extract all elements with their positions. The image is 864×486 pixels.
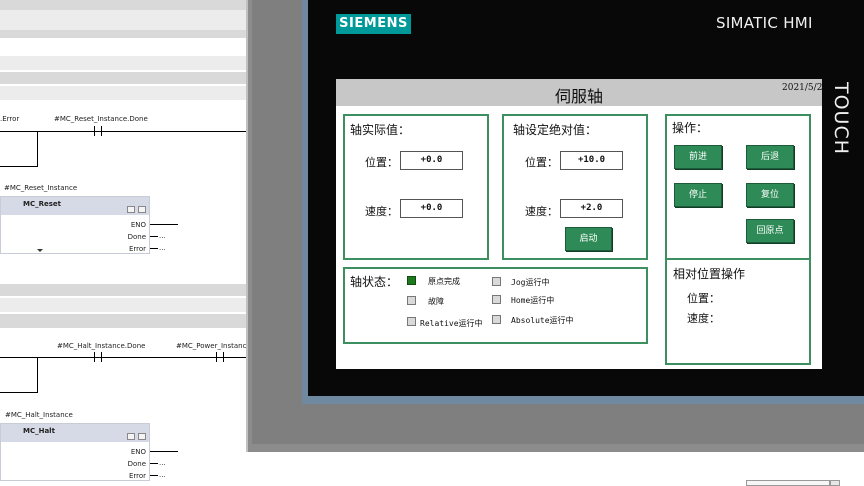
setpoint-group: 轴设定绝对值： 位置： +10.0 速度： +2.0 启动	[502, 114, 648, 260]
status-indicator-homed	[407, 276, 416, 285]
actual-values-group: 轴实际值： 位置： +0.0 速度： +0.0	[343, 114, 489, 260]
status-indicator-jog	[492, 277, 501, 286]
editor-row	[0, 10, 246, 30]
block-settings-icon[interactable]	[138, 433, 146, 440]
backward-button[interactable]: 后退	[746, 145, 794, 169]
status-indicator-home-running	[492, 295, 501, 304]
screen-date: 2021/5/2	[782, 83, 822, 93]
nc-contact-halt-done[interactable]	[93, 352, 103, 362]
status-indicator-fault	[407, 296, 416, 305]
relative-position-heading: 相对位置操作	[673, 267, 746, 281]
branch-wire	[0, 166, 38, 167]
done-ellipsis: ...	[159, 459, 166, 467]
power-tag-label: #MC_Power_Instance	[176, 342, 246, 350]
operation-group: 操作： 前进 后退 停止 复位 回原点	[665, 114, 811, 260]
done-wire	[150, 463, 158, 464]
error-ellipsis: ...	[159, 471, 166, 479]
nc-contact-done[interactable]	[93, 126, 103, 136]
relative-speed-label: 速度：	[687, 312, 720, 325]
ladder-editor: .Error #MC_Reset_Instance.Done #MC_Reset…	[0, 0, 246, 486]
done-pin: Done	[127, 460, 146, 468]
relative-position-group: 相对位置操作 位置： 速度：	[665, 258, 811, 365]
setpoint-position-input[interactable]: +10.0	[560, 151, 623, 170]
actual-position-label: 位置：	[365, 156, 398, 169]
block-title: MC_Reset	[23, 200, 62, 208]
error-ellipsis: ...	[159, 244, 166, 252]
axis-status-heading: 轴状态：	[350, 275, 399, 289]
halt-instance-label: #MC_Halt_Instance	[5, 411, 73, 419]
done-tag-label: #MC_Reset_Instance.Done	[54, 115, 148, 123]
zoom-dropdown-button[interactable]	[830, 480, 840, 486]
hmi-screen: 伺服轴 2021/5/2 轴实际值： 位置： +0.0 速度： +0.0 轴设定…	[336, 79, 822, 369]
touch-label: TOUCH	[830, 82, 852, 156]
expand-icon[interactable]	[37, 249, 43, 252]
editor-row	[0, 284, 246, 296]
forward-button[interactable]: 前进	[674, 145, 722, 169]
screen-title: 伺服轴	[554, 87, 603, 106]
setpoint-heading: 轴设定绝对值：	[513, 123, 598, 137]
error-wire	[150, 248, 158, 249]
block-title: MC_Halt	[23, 427, 55, 435]
editor-row	[0, 30, 246, 38]
status-label-relative: Relative运行中	[420, 319, 483, 328]
actual-values-heading: 轴实际值：	[350, 123, 411, 137]
mc-reset-block[interactable]: MC_Reset ENO Done Error	[0, 196, 150, 254]
mc-halt-block[interactable]: MC_Halt ENO Done Error	[0, 423, 150, 481]
actual-speed-label: 速度：	[365, 205, 398, 218]
relative-position-label: 位置：	[687, 292, 720, 305]
eno-pin: ENO	[130, 448, 146, 456]
setpoint-speed-label: 速度：	[525, 205, 558, 218]
siemens-logo: SIEMENS	[336, 14, 411, 34]
eno-pin: ENO	[130, 221, 146, 229]
simatic-hmi-label: SIMATIC HMI	[716, 14, 813, 32]
status-label-home-running: Home运行中	[511, 296, 555, 305]
editor-row	[0, 314, 246, 328]
status-label-homed: 原点完成	[428, 277, 460, 286]
branch-wire	[37, 131, 38, 166]
done-ellipsis: ...	[159, 232, 166, 240]
error-pin: Error	[128, 245, 146, 253]
eno-wire	[150, 224, 178, 225]
status-label-fault: 故障	[428, 297, 444, 306]
editor-row	[0, 86, 246, 100]
done-wire	[150, 236, 158, 237]
status-label-jog: Jog运行中	[511, 278, 550, 287]
branch-wire	[0, 392, 38, 393]
editor-row	[0, 0, 246, 10]
reset-button[interactable]: 复位	[746, 183, 794, 207]
editor-row	[0, 72, 246, 84]
setpoint-speed-input[interactable]: +2.0	[560, 199, 623, 218]
status-indicator-absolute	[492, 315, 501, 324]
branch-wire	[37, 357, 38, 392]
status-indicator-relative	[407, 317, 416, 326]
error-pin: Error	[128, 472, 146, 480]
reset-instance-label: #MC_Reset_Instance	[4, 184, 78, 192]
nc-contact-power[interactable]	[215, 352, 225, 362]
setpoint-position-label: 位置：	[525, 156, 558, 169]
block-view-icon[interactable]	[127, 433, 135, 440]
operation-heading: 操作：	[672, 121, 709, 135]
block-view-icon[interactable]	[127, 206, 135, 213]
editor-row	[0, 56, 246, 70]
halt-done-tag-label: #MC_Halt_Instance.Done	[57, 342, 146, 350]
axis-status-group: 轴状态： 原点完成 Jog运行中 故障 Home运行中 Relative运行中 …	[343, 267, 648, 344]
zoom-field[interactable]	[746, 480, 830, 486]
editor-row	[0, 298, 246, 312]
block-header: MC_Halt	[1, 424, 149, 442]
error-wire	[150, 475, 158, 476]
actual-speed-value: +0.0	[400, 199, 463, 218]
status-label-absolute: Absolute运行中	[511, 316, 574, 325]
actual-position-value: +0.0	[400, 151, 463, 170]
eno-wire	[150, 451, 178, 452]
stop-button[interactable]: 停止	[674, 183, 722, 207]
home-button[interactable]: 回原点	[746, 219, 794, 243]
block-header: MC_Reset	[1, 197, 149, 215]
done-pin: Done	[127, 233, 146, 241]
error-tag-label: .Error	[0, 115, 20, 123]
start-button[interactable]: 启动	[565, 227, 612, 251]
block-settings-icon[interactable]	[138, 206, 146, 213]
